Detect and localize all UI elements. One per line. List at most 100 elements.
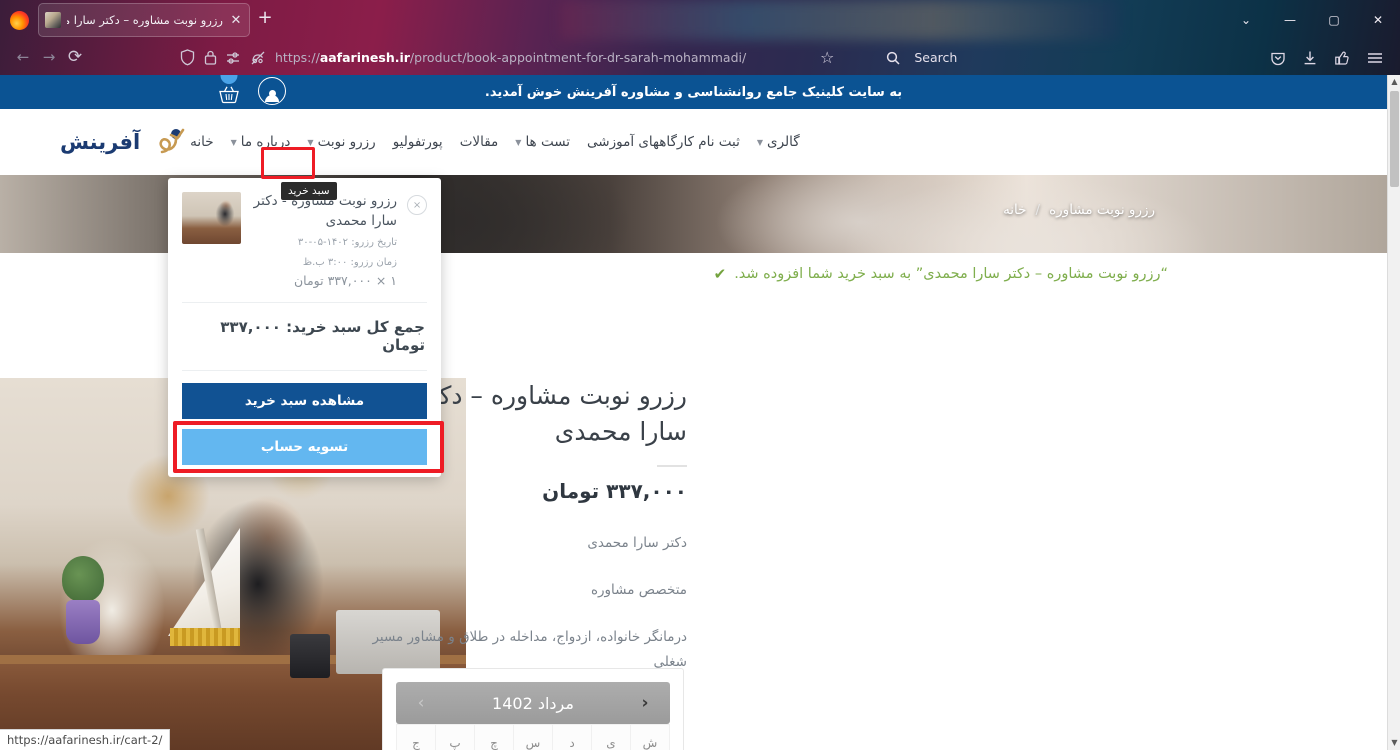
scroll-up-arrow[interactable]: ▲ xyxy=(1388,75,1400,89)
nav-label: تست ها xyxy=(525,134,571,150)
site-logo[interactable]: آفرینش xyxy=(60,126,190,158)
title-divider xyxy=(657,465,687,467)
url-path: /product/book-appointment-for-dr-sarah-m… xyxy=(409,50,747,65)
calendar-prev-button[interactable]: ‹ xyxy=(624,693,666,713)
breadcrumb: خانه / رزرو نوبت مشاوره xyxy=(1003,202,1155,218)
page-content: به سایت کلینیک جامع روانشناسی و مشاوره آ… xyxy=(0,75,1400,750)
cart-item-quantity-price: ۱ × ۳۳۷,۰۰۰ تومان xyxy=(294,273,397,289)
vertical-scrollbar[interactable]: ▲ ▼ xyxy=(1387,75,1400,750)
product-specialty: متخصص مشاوره xyxy=(590,581,687,598)
header-utility-bar xyxy=(0,75,1387,109)
account-icon[interactable] xyxy=(258,77,286,105)
calendar-weekday: د xyxy=(552,724,592,750)
nav-label: مقالات xyxy=(459,134,499,150)
calendar-weekday-row: ش ی د س چ پ ج xyxy=(396,724,670,750)
checkout-button-wrapper: تسویه حساب xyxy=(173,421,444,474)
calendar-grid: ش ی د س چ پ ج 31 1 2 xyxy=(396,724,670,750)
product-doctor-name: دکتر سارا محمدی xyxy=(587,535,687,551)
extensions-icon[interactable] xyxy=(1334,50,1350,66)
chevron-down-icon: ▼ xyxy=(515,137,522,147)
reload-button[interactable]: ⟳ xyxy=(62,49,88,66)
back-button[interactable]: ← xyxy=(10,50,36,65)
nav-item-workshops[interactable]: ثبت نام کارگاههای آموزشی xyxy=(587,134,740,150)
chevron-down-icon: ▼ xyxy=(230,137,237,147)
calendar-month-title: مرداد 1402 xyxy=(492,693,574,713)
cart-item-remove-button[interactable]: × xyxy=(407,195,427,215)
chevron-down-icon: ▼ xyxy=(756,137,764,147)
minimize-button[interactable]: — xyxy=(1268,0,1312,40)
cart-dropdown-panel: رزرو نوبت مشاوره - دکتر سارا محمدی تاریخ… xyxy=(168,178,444,478)
shield-icon xyxy=(180,49,195,66)
main-navigation: خانه درباره ما ▼ رزرو نوبت ▼ پورتفولیو مقا… xyxy=(190,134,800,150)
restore-down-button[interactable]: ⌄ xyxy=(1224,0,1268,40)
cart-tooltip: سبد خرید xyxy=(281,182,337,200)
address-bar-right: ☆ Search xyxy=(820,40,957,75)
chevron-down-icon: ▼ xyxy=(307,137,314,147)
booking-calendar: ‹ مرداد 1402 › ش ی د س چ پ ج xyxy=(382,668,684,750)
header-utility-icons xyxy=(214,75,286,105)
browser-tab[interactable]: رزرو نوبت مشاوره – دکتر سارا مح ✕ xyxy=(38,3,250,37)
site-header: آفرینش خانه درباره ما ▼ رزرو نوبت ▼ پورتفو… xyxy=(0,109,1387,175)
status-bar: https://aafarinesh.ir/cart-2/ xyxy=(0,729,171,750)
cart-item-thumbnail xyxy=(182,192,241,244)
nav-item-articles[interactable]: مقالات xyxy=(460,134,499,150)
shopping-basket-icon xyxy=(219,86,239,104)
nav-label: پورتفولیو xyxy=(392,134,443,150)
cart-line-item: رزرو نوبت مشاوره - دکتر سارا محمدی تاریخ… xyxy=(182,192,427,302)
nav-label: ثبت نام کارگاههای آموزشی xyxy=(587,134,740,150)
view-cart-button[interactable]: مشاهده سبد خرید xyxy=(182,383,427,420)
lock-icon xyxy=(204,50,217,65)
scroll-down-arrow[interactable]: ▼ xyxy=(1388,736,1400,750)
calendar-weekday: ی xyxy=(591,724,631,750)
nav-label: خانه xyxy=(190,134,214,150)
breadcrumb-home[interactable]: خانه xyxy=(1003,202,1026,218)
calendar-next-button[interactable]: › xyxy=(400,693,442,713)
browser-toolbar-icons xyxy=(1270,40,1392,75)
url-prefix: https:// xyxy=(275,50,320,65)
tab-close-icon[interactable]: ✕ xyxy=(229,14,243,27)
pocket-icon[interactable] xyxy=(1270,50,1286,66)
screenshot-root: رزرو نوبت مشاوره – دکتر سارا مح ✕ + ⌄ — … xyxy=(0,0,1400,750)
nav-item-home[interactable]: خانه xyxy=(190,134,213,150)
cart-item-time: زمان رزرو: ۳:۰۰ ب.ظ xyxy=(302,256,397,268)
url-text: https://aafarinesh.ir/product/book-appoi… xyxy=(275,50,746,65)
forward-button[interactable]: → xyxy=(36,50,62,65)
nav-item-booking[interactable]: رزرو نوبت ▼ xyxy=(307,134,375,150)
calendar-weekday: ج xyxy=(396,724,436,750)
nav-item-about[interactable]: درباره ما ▼ xyxy=(231,134,291,150)
address-bar[interactable]: https://aafarinesh.ir/product/book-appoi… xyxy=(180,40,746,75)
breadcrumb-separator: / xyxy=(1035,202,1041,218)
tab-favicon-icon xyxy=(45,12,61,28)
search-icon xyxy=(887,51,900,65)
status-link-text: https://aafarinesh.ir/cart-2/ xyxy=(7,733,163,747)
download-icon[interactable] xyxy=(1302,50,1318,66)
url-domain: aafarinesh.ir xyxy=(319,50,410,65)
new-tab-button[interactable]: + xyxy=(256,9,274,27)
calendar-weekday: ش xyxy=(630,724,670,750)
calendar-weekday: چ xyxy=(474,724,514,750)
nav-item-gallery[interactable]: گالری ▼ xyxy=(757,134,800,150)
tab-strip: رزرو نوبت مشاوره – دکتر سارا مح ✕ + ⌄ — … xyxy=(0,0,1400,40)
nav-label: رزرو نوبت xyxy=(317,134,376,150)
nav-item-tests[interactable]: تست ها ▼ xyxy=(515,134,570,150)
firefox-logo-icon xyxy=(10,11,29,30)
calendar-weekday: پ xyxy=(435,724,475,750)
close-window-button[interactable]: ✕ xyxy=(1356,0,1400,40)
cart-item-info: رزرو نوبت مشاوره - دکتر سارا محمدی تاریخ… xyxy=(251,192,397,288)
afarinesh-logo-icon xyxy=(159,128,185,154)
nav-label: درباره ما xyxy=(240,134,291,150)
maximize-button[interactable]: ▢ xyxy=(1312,0,1356,40)
cart-subtotal: جمع کل سبد خرید: ۳۳۷,۰۰۰ تومان xyxy=(220,318,425,355)
breadcrumb-current: رزرو نوبت مشاوره xyxy=(1049,202,1155,218)
bookmark-star-icon[interactable]: ☆ xyxy=(820,48,834,67)
nav-item-portfolio[interactable]: پورتفولیو xyxy=(393,134,443,150)
cart-button[interactable] xyxy=(214,75,244,105)
window-controls: ⌄ — ▢ ✕ xyxy=(1224,0,1400,40)
nav-label: گالری xyxy=(767,134,800,150)
hamburger-menu-icon[interactable] xyxy=(1366,50,1384,66)
cart-count-badge xyxy=(220,75,238,84)
scrollbar-thumb[interactable] xyxy=(1390,91,1399,187)
calendar-header: ‹ مرداد 1402 › xyxy=(396,682,670,724)
browser-chrome: رزرو نوبت مشاوره – دکتر سارا مح ✕ + ⌄ — … xyxy=(0,0,1400,75)
checkout-button[interactable]: تسویه حساب xyxy=(182,429,427,466)
